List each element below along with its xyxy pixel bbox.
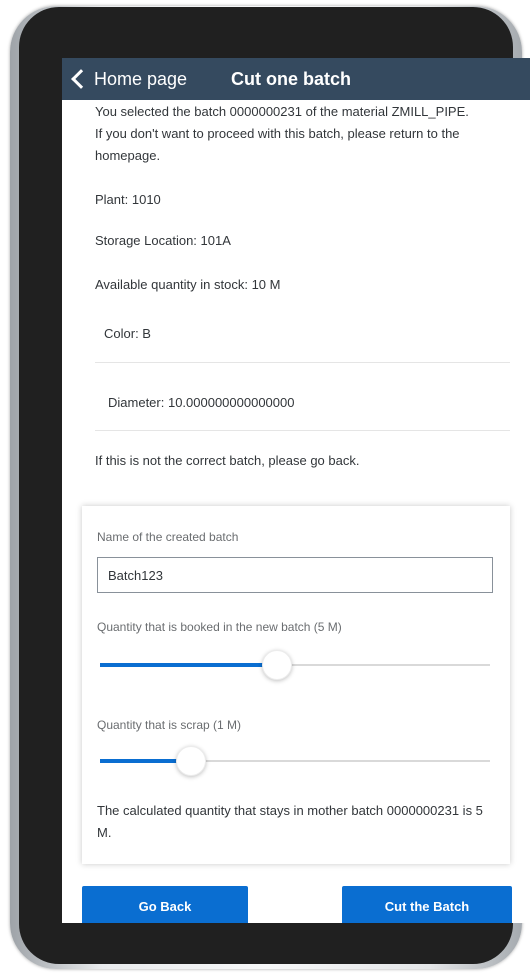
cut-batch-form: Name of the created batch Quantity that … (82, 506, 510, 864)
plant-text: Plant: 1010 (95, 192, 161, 207)
warning-text: If this is not the correct batch, please… (95, 453, 360, 468)
scrap-quantity-label: Quantity that is scrap (1 M) (97, 718, 242, 732)
phone-frame: Home page Cut one batch You selected the… (19, 7, 530, 964)
storage-location-text: Storage Location: 101A (95, 233, 231, 248)
booked-quantity-slider[interactable] (100, 650, 490, 680)
go-back-button[interactable]: Go Back (82, 886, 248, 923)
scrap-quantity-slider[interactable] (100, 746, 490, 776)
app-header: Home page Cut one batch (62, 58, 530, 100)
diameter-text: Diameter: 10.000000000000000 (108, 395, 295, 410)
chevron-left-icon (71, 69, 91, 89)
app-screen: Home page Cut one batch You selected the… (62, 58, 530, 923)
cut-batch-button[interactable]: Cut the Batch (342, 886, 512, 923)
booked-quantity-label: Quantity that is booked in the new batch… (97, 620, 342, 634)
remaining-quantity-text: The calculated quantity that stays in mo… (97, 803, 483, 840)
batch-name-input[interactable] (97, 557, 493, 593)
slider-fill (100, 663, 276, 667)
intro-text: You selected the batch 0000000231 of the… (95, 104, 469, 163)
page-title: Cut one batch (231, 69, 351, 89)
slider-handle[interactable] (261, 650, 292, 680)
back-button[interactable]: Home page (70, 58, 187, 100)
divider (95, 362, 510, 363)
available-quantity-text: Available quantity in stock: 10 M (95, 277, 281, 292)
divider (95, 430, 510, 431)
slider-handle[interactable] (175, 746, 206, 776)
back-label: Home page (94, 68, 188, 89)
batch-name-label: Name of the created batch (97, 530, 239, 544)
color-text: Color: B (104, 326, 151, 341)
